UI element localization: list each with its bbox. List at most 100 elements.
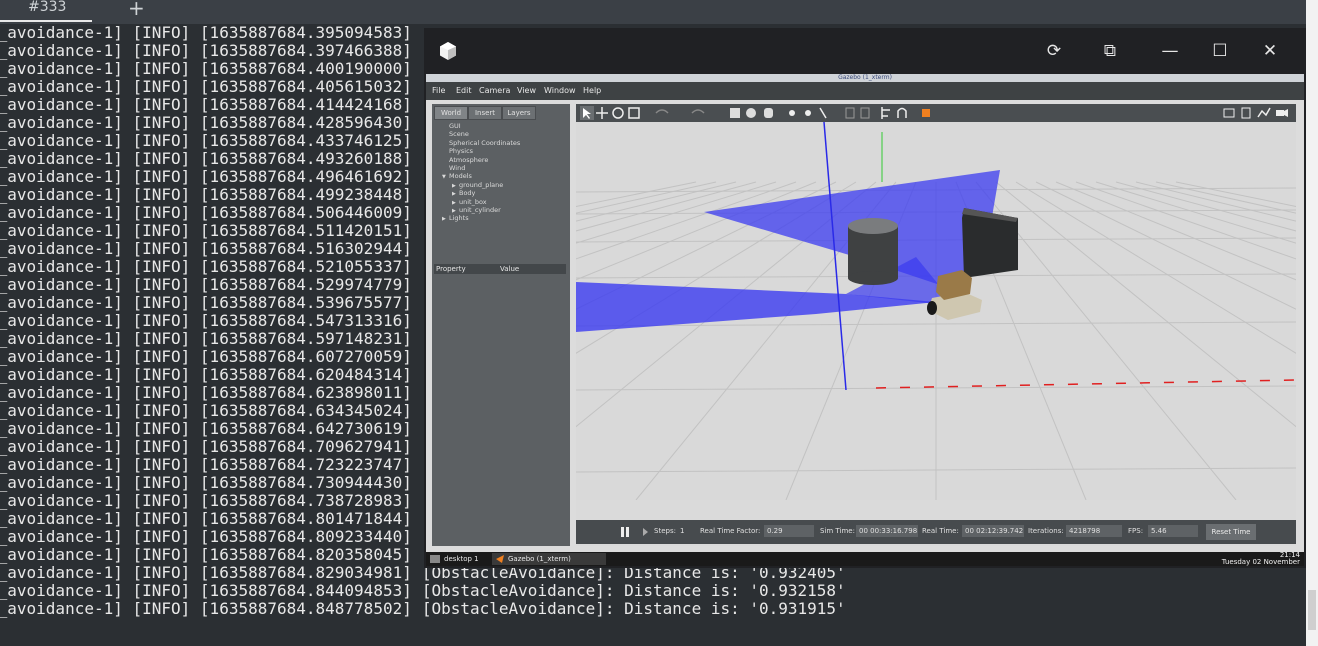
terminal-line: e_avoidance-1] [INFO] [1635887684.428596…	[0, 114, 412, 132]
refresh-icon[interactable]: ⟳	[1040, 38, 1068, 64]
undo-icon[interactable]	[655, 109, 669, 114]
terminal-tab[interactable]: #333	[0, 0, 92, 22]
spot-light-icon[interactable]	[805, 110, 811, 116]
log-prefix: e_avoidance-1] [INFO] [1635887684.642730…	[0, 419, 412, 438]
terminal-line: e_avoidance-1] [INFO] [1635887684.801471…	[0, 510, 412, 528]
terminal-line: e_avoidance-1] [INFO] [1635887684.395094…	[0, 24, 412, 42]
directional-light-icon[interactable]	[819, 107, 827, 119]
translate-icon[interactable]	[596, 107, 608, 119]
iterations-value: 4218798	[1066, 525, 1122, 537]
tree-item-label: ground_plane	[459, 180, 504, 189]
menu-help[interactable]: Help	[583, 86, 601, 95]
menu-edit[interactable]: Edit	[456, 86, 472, 95]
scale-icon[interactable]	[628, 107, 640, 119]
unit-cylinder-model[interactable]	[848, 218, 898, 285]
plot-icon[interactable]	[1257, 107, 1271, 118]
screenshot-icon[interactable]	[1223, 108, 1235, 118]
log-prefix: e_avoidance-1] [INFO] [1635887684.848778…	[0, 599, 412, 618]
reset-time-button[interactable]: Reset Time	[1206, 524, 1256, 540]
log-prefix: e_avoidance-1] [INFO] [1635887684.709627…	[0, 437, 412, 456]
terminal-line: e_avoidance-1] [INFO] [1635887684.511420…	[0, 222, 412, 240]
select-arrow-icon[interactable]	[580, 106, 594, 120]
log-prefix: e_avoidance-1] [INFO] [1635887684.414424…	[0, 95, 412, 114]
unit-box-model[interactable]	[962, 208, 1018, 278]
tree-arrow-icon[interactable]: ▶	[442, 215, 449, 224]
tree-item-label: unit_box	[459, 197, 487, 206]
rotate-icon[interactable]	[612, 107, 624, 119]
menu-view[interactable]: View	[517, 86, 536, 95]
terminal-line: e_avoidance-1] [INFO] [1635887684.634345…	[0, 402, 412, 420]
log-prefix: e_avoidance-1] [INFO] [1635887684.521055…	[0, 257, 412, 276]
log-prefix: e_avoidance-1] [INFO] [1635887684.400190…	[0, 59, 412, 78]
menu-camera[interactable]: Camera	[479, 86, 510, 95]
box-shape-icon[interactable]	[730, 108, 740, 118]
sphere-shape-icon[interactable]	[746, 108, 756, 118]
scene-viewport[interactable]: Steps: 1 Real Time Factor: 0.29 Sim Time…	[576, 104, 1296, 546]
terminal-line: e_avoidance-1] [INFO] [1635887684.809233…	[0, 528, 412, 546]
terminal-line: e_avoidance-1] [INFO] [1635887684.848778…	[0, 600, 846, 618]
snap-icon[interactable]	[897, 107, 907, 119]
log-prefix: e_avoidance-1] [INFO] [1635887684.547313…	[0, 311, 412, 330]
menu-window[interactable]: Window	[544, 86, 576, 95]
new-tab-button[interactable]: +	[128, 0, 145, 20]
log-prefix: e_avoidance-1] [INFO] [1635887684.634345…	[0, 401, 412, 420]
scrollbar-thumb[interactable]	[1308, 590, 1316, 630]
steps-value[interactable]: 1	[680, 527, 684, 535]
terminal-line: e_avoidance-1] [INFO] [1635887684.844094…	[0, 582, 846, 600]
log-prefix: e_avoidance-1] [INFO] [1635887684.620484…	[0, 365, 412, 384]
tree-item-label: Lights	[449, 214, 469, 223]
point-light-icon[interactable]	[789, 110, 795, 116]
rtf-label: Real Time Factor:	[700, 527, 761, 535]
video-record-icon[interactable]	[1276, 109, 1288, 117]
tab-layers[interactable]: Layers	[502, 106, 536, 120]
tab-insert[interactable]: Insert	[468, 106, 502, 120]
terminal-line: e_avoidance-1] [INFO] [1635887684.709627…	[0, 438, 412, 456]
orange-change-view-icon[interactable]	[922, 109, 930, 117]
iterations-label: Iterations:	[1028, 527, 1064, 535]
property-header: Property Value	[434, 264, 566, 274]
log-prefix: e_avoidance-1] [INFO] [1635887684.829034…	[0, 563, 412, 582]
value-column: Value	[500, 265, 520, 273]
log-prefix: e_avoidance-1] [INFO] [1635887684.607270…	[0, 347, 412, 366]
align-icon[interactable]	[881, 107, 890, 119]
3d-scene[interactable]	[576, 122, 1296, 500]
tab-world[interactable]: World	[434, 106, 468, 120]
terminal-line: e_avoidance-1] [INFO] [1635887684.723223…	[0, 456, 412, 474]
close-button[interactable]: ✕	[1256, 38, 1284, 64]
desktop-icon	[430, 555, 440, 563]
tree-item[interactable]: ▶ Lights	[442, 214, 469, 224]
log-prefix: e_avoidance-1] [INFO] [1635887684.723223…	[0, 455, 412, 474]
minimize-button[interactable]: —	[1156, 38, 1184, 64]
taskbar-app-label[interactable]: Gazebo (1_xterm)	[508, 554, 571, 564]
tree-arrow-icon[interactable]: ▼	[442, 173, 449, 182]
log-prefix: e_avoidance-1] [INFO] [1635887684.809233…	[0, 527, 412, 546]
pause-icon[interactable]	[620, 526, 630, 538]
desktop-switcher[interactable]: desktop 1	[444, 554, 479, 564]
redo-icon[interactable]	[691, 109, 705, 114]
paste-icon[interactable]	[860, 107, 870, 119]
cylinder-shape-icon[interactable]	[764, 108, 773, 118]
property-column: Property	[436, 265, 466, 273]
terminal-scrollbar[interactable]	[1306, 0, 1318, 646]
menu-file[interactable]: File	[432, 86, 445, 95]
log-prefix: e_avoidance-1] [INFO] [1635887684.499238…	[0, 185, 412, 204]
terminal-line: e_avoidance-1] [INFO] [1635887684.730944…	[0, 474, 412, 492]
copy-icon[interactable]	[845, 107, 855, 119]
log-prefix: e_avoidance-1] [INFO] [1635887684.597148…	[0, 329, 412, 348]
terminal-line: e_avoidance-1] [INFO] [1635887684.597148…	[0, 330, 412, 348]
log-prefix: e_avoidance-1] [INFO] [1635887684.529974…	[0, 275, 412, 294]
tree-item-label: Physics	[449, 147, 474, 156]
log-prefix: e_avoidance-1] [INFO] [1635887684.395094…	[0, 23, 412, 42]
tree-item-label: unit_cylinder	[459, 206, 501, 214]
terminal-line: e_avoidance-1] [INFO] [1635887684.738728…	[0, 492, 412, 510]
log-icon[interactable]	[1241, 107, 1251, 119]
maximize-button[interactable]: ☐	[1206, 38, 1234, 64]
terminal-line: e_avoidance-1] [INFO] [1635887684.506446…	[0, 204, 412, 222]
terminal-line: e_avoidance-1] [INFO] [1635887684.433746…	[0, 132, 412, 150]
simulation-status-bar: Steps: 1 Real Time Factor: 0.29 Sim Time…	[576, 520, 1296, 544]
step-icon[interactable]	[642, 527, 650, 537]
gazebo-menubar: File Edit Camera View Window Help	[426, 82, 1304, 100]
restore-windows-icon[interactable]: ⧉	[1096, 38, 1124, 64]
sim-time-label: Sim Time:	[820, 527, 855, 535]
terminal-line: e_avoidance-1] [INFO] [1635887684.547313…	[0, 312, 412, 330]
